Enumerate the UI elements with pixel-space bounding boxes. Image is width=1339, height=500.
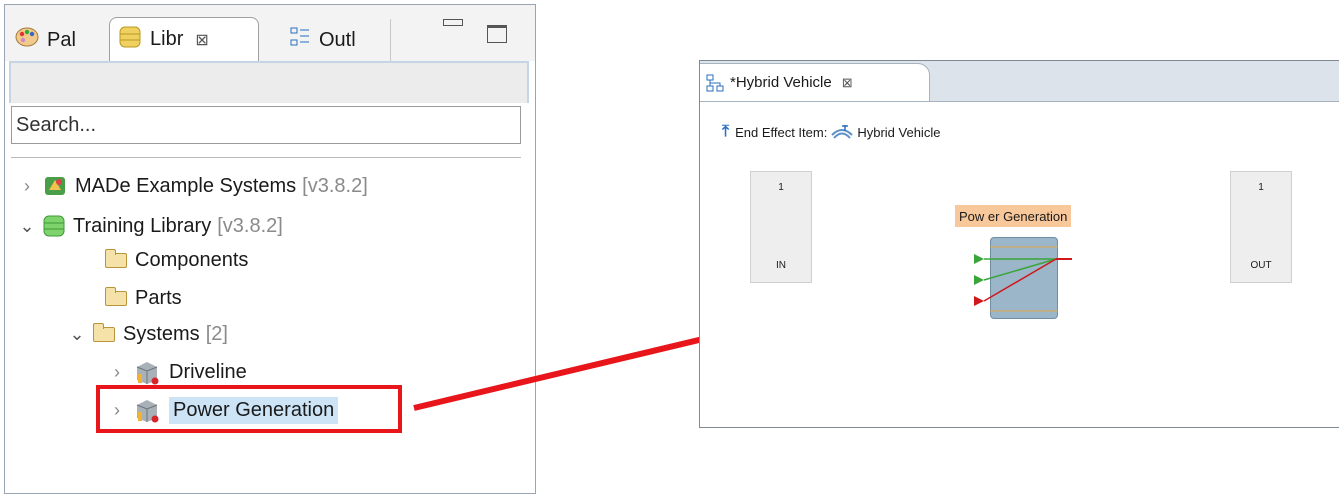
end-effect-label: End Effect Item: [735, 124, 828, 140]
tab-library[interactable]: Libr ⊠ [109, 17, 259, 61]
library-tree: › MADe Example Systems [v3.8.2] ⌄ Traini… [11, 157, 521, 487]
tree-item-label: MADe Example Systems [75, 174, 297, 197]
count-label: [2] [205, 322, 228, 345]
search-input[interactable] [11, 106, 521, 144]
tab-palette-label: Pal [47, 28, 76, 51]
folder-icon [105, 248, 127, 268]
editor-tabbar: *Hybrid Vehicle ⊠ [700, 61, 1339, 102]
end-effect-line: ⤒ End Effect Item: Hybrid Vehicle [722, 123, 940, 141]
chevron-down-icon[interactable]: ⌄ [67, 324, 87, 345]
tree-item-training-library[interactable]: ⌄ Training Library [v3.8.2] [17, 210, 283, 242]
chevron-right-icon[interactable]: › [107, 362, 127, 383]
tree-item-driveline[interactable]: › Driveline [107, 356, 247, 388]
highlight-box [96, 385, 402, 433]
end-effect-value: Hybrid Vehicle [857, 124, 941, 140]
flow-connections [974, 246, 1072, 312]
chevron-right-icon[interactable]: › [17, 176, 37, 197]
tree-item-label: Components [135, 248, 249, 271]
port-label: OUT [1250, 260, 1272, 271]
close-icon[interactable]: ⊠ [195, 30, 208, 50]
library-icon [118, 24, 142, 56]
database-icon [43, 215, 65, 237]
folder-icon [105, 286, 127, 306]
tab-palette[interactable]: Pal [9, 19, 105, 61]
close-icon[interactable]: ⊠ [842, 75, 853, 91]
tab-outline[interactable]: Outl [281, 19, 391, 61]
editor-tab-title: *Hybrid Vehicle [730, 74, 832, 91]
port-number: 1 [1258, 182, 1264, 193]
tab-library-label: Libr [150, 28, 184, 50]
diagram-icon [706, 74, 724, 91]
diagram-editor: *Hybrid Vehicle ⊠ ⤒ End Effect Item: Hyb… [699, 60, 1339, 428]
tree-item-label: Parts [135, 286, 182, 309]
input-port[interactable]: 1 IN [750, 171, 812, 283]
minimize-icon[interactable] [443, 19, 463, 26]
tree-item-label: Systems [123, 322, 200, 345]
palette-icon [15, 26, 39, 54]
tab-hybrid-vehicle[interactable]: *Hybrid Vehicle ⊠ [700, 63, 930, 101]
end-effect-icon: ⤒ [722, 123, 730, 140]
tree-item-systems[interactable]: ⌄ Systems [2] [67, 318, 228, 350]
tree-item-label: Driveline [169, 360, 247, 383]
tab-outline-label: Outl [319, 28, 356, 51]
system-icon [136, 362, 159, 385]
version-label: [v3.8.2] [302, 174, 368, 197]
output-port[interactable]: 1 OUT [1230, 171, 1292, 283]
hybrid-vehicle-icon [831, 125, 854, 139]
port-label: IN [776, 260, 786, 271]
tree-item-label: Training Library [73, 214, 212, 237]
example-library-icon [45, 177, 65, 195]
port-number: 1 [778, 182, 784, 193]
maximize-icon[interactable] [487, 25, 507, 43]
component-label: Pow er Generation [955, 205, 1072, 227]
view-tabbar: Pal Libr ⊠ Outl [5, 5, 535, 61]
tree-item-made-example-systems[interactable]: › MADe Example Systems [v3.8.2] [17, 170, 368, 202]
tree-item-parts[interactable]: Parts [105, 282, 182, 314]
folder-icon [93, 322, 115, 342]
view-toolbar [9, 61, 529, 103]
outline-icon [289, 26, 311, 54]
chevron-down-icon[interactable]: ⌄ [17, 216, 37, 237]
tree-item-components[interactable]: Components [105, 244, 248, 276]
version-label: [v3.8.2] [217, 214, 283, 237]
